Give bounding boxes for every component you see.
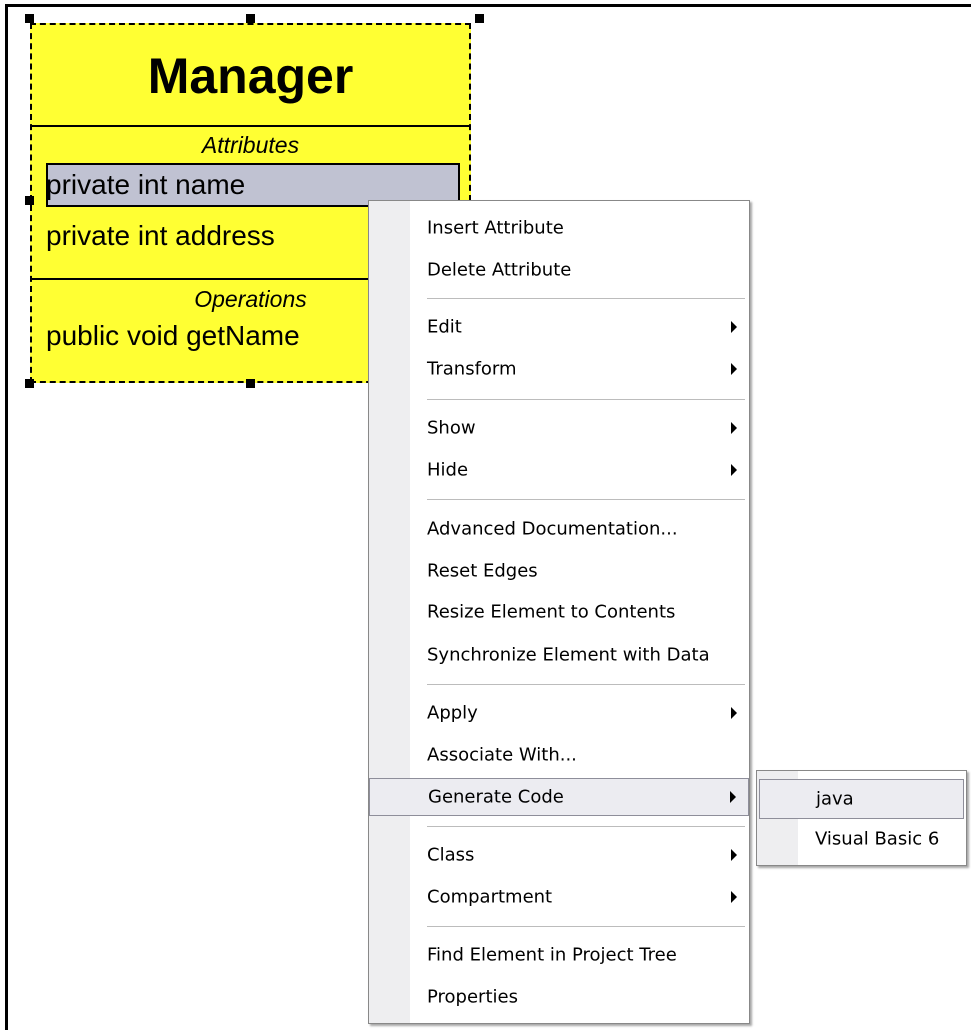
menu-separator bbox=[427, 684, 745, 685]
menu-item-label: Advanced Documentation... bbox=[427, 518, 678, 540]
operation-item[interactable]: public void getName bbox=[46, 320, 300, 352]
context-menu: Insert Attribute Delete Attribute Edit T… bbox=[368, 200, 750, 1024]
menu-separator bbox=[427, 399, 745, 400]
menu-item-label: Delete Attribute bbox=[427, 259, 572, 281]
resize-handle-top-right[interactable] bbox=[475, 14, 484, 23]
menu-item-label: Apply bbox=[427, 702, 478, 724]
menu-item-label: Hide bbox=[427, 459, 469, 481]
menu-separator bbox=[427, 499, 745, 500]
menu-item-reset-edges[interactable]: Reset Edges bbox=[369, 552, 749, 590]
menu-item-hide[interactable]: Hide bbox=[369, 451, 749, 489]
menu-item-label: Edit bbox=[427, 316, 462, 338]
canvas-border-top bbox=[5, 4, 971, 7]
submenu-arrow-icon bbox=[730, 791, 736, 803]
menu-item-advanced-documentation[interactable]: Advanced Documentation... bbox=[369, 510, 749, 548]
submenu-arrow-icon bbox=[731, 422, 737, 434]
menu-item-label: Transform bbox=[427, 358, 517, 380]
submenu-arrow-icon bbox=[731, 849, 737, 861]
menu-item-label: Synchronize Element with Data bbox=[427, 644, 710, 666]
attribute-item[interactable]: private int address bbox=[46, 220, 275, 252]
submenu-item-label: java bbox=[816, 788, 854, 810]
class-name[interactable]: Manager bbox=[32, 25, 469, 127]
attributes-compartment-label: Attributes bbox=[201, 132, 300, 158]
menu-item-generate-code[interactable]: Generate Code bbox=[369, 778, 749, 816]
resize-handle-left[interactable] bbox=[25, 196, 34, 205]
menu-item-show[interactable]: Show bbox=[369, 409, 749, 447]
menu-item-properties[interactable]: Properties bbox=[369, 978, 749, 1016]
menu-item-label: Properties bbox=[427, 986, 518, 1008]
menu-item-find-element[interactable]: Find Element in Project Tree bbox=[369, 936, 749, 974]
submenu-item-label: Visual Basic 6 bbox=[815, 828, 940, 850]
generate-code-submenu: java Visual Basic 6 bbox=[756, 770, 967, 866]
menu-item-label: Associate With... bbox=[427, 744, 577, 766]
menu-item-edit[interactable]: Edit bbox=[369, 308, 749, 346]
canvas-border-left bbox=[5, 4, 8, 1030]
menu-separator bbox=[427, 298, 745, 299]
attribute-item[interactable]: private int name bbox=[46, 169, 245, 201]
compartment-divider bbox=[32, 125, 469, 127]
menu-separator bbox=[427, 926, 745, 927]
menu-item-label: Find Element in Project Tree bbox=[427, 944, 677, 966]
submenu-item-java[interactable]: java bbox=[759, 779, 964, 819]
menu-item-label: Reset Edges bbox=[427, 560, 538, 582]
submenu-arrow-icon bbox=[731, 707, 737, 719]
menu-separator bbox=[427, 826, 745, 827]
menu-item-label: Insert Attribute bbox=[427, 217, 564, 239]
menu-item-label: Show bbox=[427, 417, 476, 439]
menu-item-associate-with[interactable]: Associate With... bbox=[369, 736, 749, 774]
menu-item-delete-attribute[interactable]: Delete Attribute bbox=[369, 251, 749, 289]
menu-item-resize-element[interactable]: Resize Element to Contents bbox=[369, 593, 749, 631]
submenu-arrow-icon bbox=[731, 464, 737, 476]
menu-item-transform[interactable]: Transform bbox=[369, 350, 749, 388]
submenu-arrow-icon bbox=[731, 363, 737, 375]
menu-item-label: Compartment bbox=[427, 886, 553, 908]
submenu-arrow-icon bbox=[731, 321, 737, 333]
submenu-item-visual-basic-6[interactable]: Visual Basic 6 bbox=[759, 819, 964, 859]
menu-item-insert-attribute[interactable]: Insert Attribute bbox=[369, 209, 749, 247]
resize-handle-top[interactable] bbox=[246, 14, 255, 23]
menu-item-synchronize-element[interactable]: Synchronize Element with Data bbox=[369, 636, 749, 674]
resize-handle-bottom-left[interactable] bbox=[25, 379, 34, 388]
submenu-arrow-icon bbox=[731, 891, 737, 903]
menu-item-apply[interactable]: Apply bbox=[369, 694, 749, 732]
menu-item-label: Resize Element to Contents bbox=[427, 601, 676, 623]
menu-item-class[interactable]: Class bbox=[369, 836, 749, 874]
menu-item-label: Class bbox=[427, 844, 475, 866]
resize-handle-bottom[interactable] bbox=[246, 379, 255, 388]
menu-item-label: Generate Code bbox=[428, 786, 564, 808]
resize-handle-top-left[interactable] bbox=[25, 14, 34, 23]
menu-item-compartment[interactable]: Compartment bbox=[369, 878, 749, 916]
